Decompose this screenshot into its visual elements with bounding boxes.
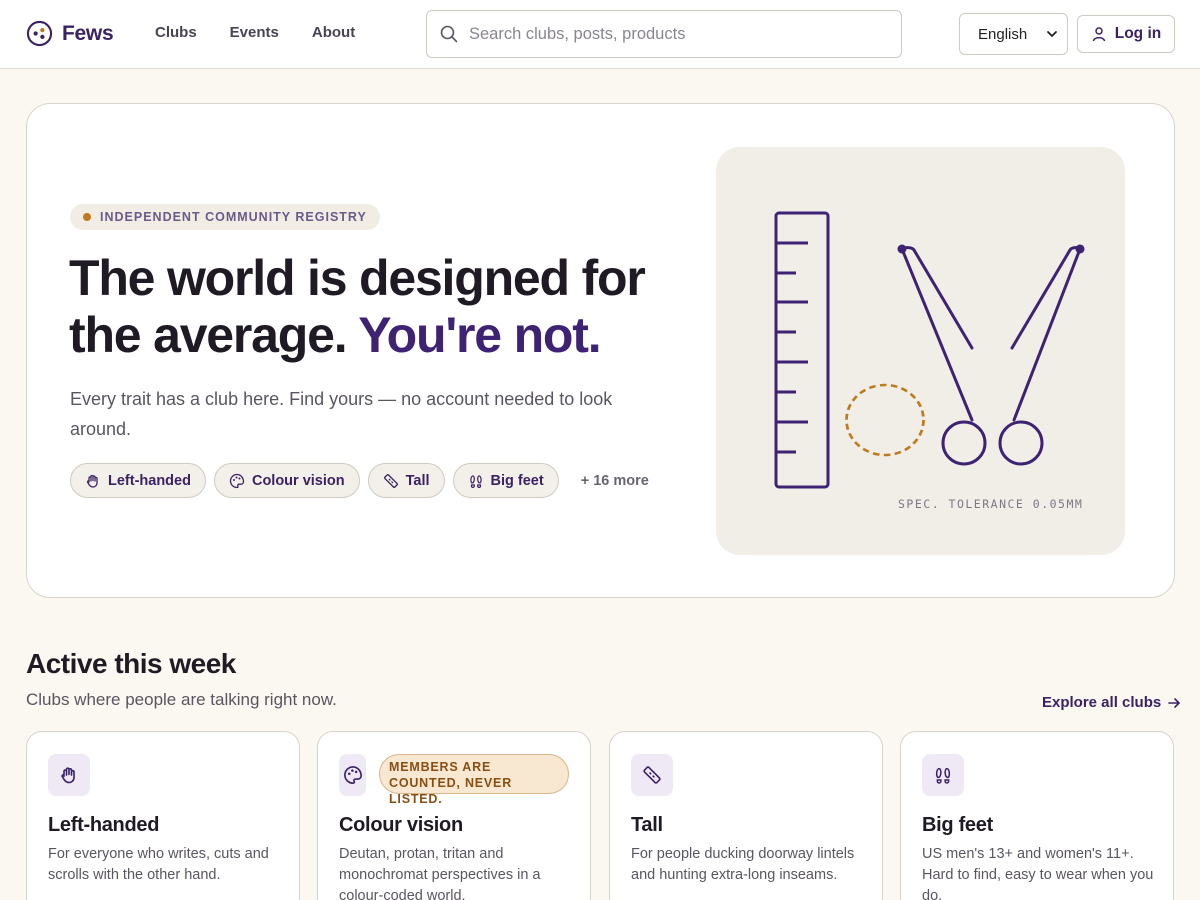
chip-label: Colour vision	[251, 472, 345, 489]
chip-label: Left-handed	[108, 472, 191, 489]
nav-about[interactable]: About	[312, 24, 355, 41]
hand-icon	[86, 474, 98, 488]
ruler-scissors-illustration	[774, 211, 1085, 489]
chevron-down-icon	[1047, 31, 1057, 37]
nav-events[interactable]: Events	[230, 24, 279, 41]
badge-dot	[83, 213, 91, 221]
card-title: Left-handed	[48, 814, 160, 836]
ruler-icon	[643, 766, 661, 784]
palette-icon	[343, 766, 362, 784]
headline-accent: You're not.	[358, 307, 601, 363]
chip-tall[interactable]: Tall	[367, 463, 445, 498]
search-icon	[440, 25, 458, 43]
app-name: Fews	[62, 21, 114, 45]
logo[interactable]: Fews	[26, 20, 114, 47]
hero-card: INDEPENDENT COMMUNITY REGISTRY The world…	[26, 103, 1175, 598]
card-icon	[48, 754, 90, 796]
card-description: US men's 13+ and women's 11+. Hard to fi…	[922, 846, 1154, 900]
footprints-icon	[469, 474, 482, 488]
explore-label: Explore all clubs	[1042, 694, 1162, 711]
palette-icon	[229, 473, 245, 488]
registry-badge: INDEPENDENT COMMUNITY REGISTRY	[70, 204, 380, 230]
search-input[interactable]	[469, 24, 889, 44]
hero-lede: Every trait has a club here. Find yours …	[70, 389, 613, 439]
card-title: Big feet	[922, 814, 993, 836]
club-card-left-handed[interactable]: Left-handed For everyone who writes, cut…	[26, 731, 300, 900]
chip-left-handed[interactable]: Left-handed	[70, 463, 206, 498]
explore-all-link[interactable]: Explore all clubs	[1042, 694, 1181, 711]
language-selected: English	[978, 25, 1028, 43]
trait-chips: Left-handed Colour vision Tall Big feet …	[70, 463, 649, 498]
card-icon	[339, 754, 366, 796]
eyebrow-text: INDEPENDENT COMMUNITY REGISTRY	[100, 210, 367, 224]
top-header: Fews Clubs Events About English Log in	[0, 0, 1200, 69]
nav-clubs[interactable]: Clubs	[155, 24, 197, 41]
privacy-badge: MEMBERS ARE COUNTED, NEVER LISTED.	[379, 754, 569, 806]
hand-icon	[61, 767, 75, 784]
ruler-icon	[383, 473, 398, 488]
chip-label: Big feet	[490, 472, 544, 489]
arrow-right-icon	[1168, 697, 1181, 708]
chip-label: Tall	[405, 472, 430, 489]
card-description: For everyone who writes, cuts and scroll…	[48, 846, 269, 883]
hero-illustration: SPEC. TOLERANCE 0.05MM	[716, 147, 1125, 555]
main-nav: Clubs Events About	[155, 24, 355, 41]
card-icon	[631, 754, 673, 796]
section-subtitle: Clubs where people are talking right now…	[26, 690, 337, 709]
search-box[interactable]	[426, 10, 902, 58]
login-button[interactable]: Log in	[1077, 15, 1175, 53]
club-card-tall[interactable]: Tall For people ducking doorway lintels …	[609, 731, 883, 900]
footprints-icon	[935, 767, 951, 784]
user-icon	[1092, 27, 1105, 42]
login-label: Log in	[1114, 25, 1162, 42]
more-traits-link[interactable]: + 16 more	[581, 473, 649, 489]
club-card-colour-vision[interactable]: MEMBERS ARE COUNTED, NEVER LISTED. Colou…	[317, 731, 591, 900]
card-title: Tall	[631, 814, 663, 836]
language-select[interactable]: English	[959, 13, 1068, 55]
chip-big-feet[interactable]: Big feet	[452, 463, 559, 498]
card-description: Deutan, protan, tritan and monochromat p…	[339, 846, 541, 900]
card-icon	[922, 754, 964, 796]
hero-headline: The world is designed for the average. Y…	[69, 250, 689, 364]
club-card-big-feet[interactable]: Big feet US men's 13+ and women's 11+. H…	[900, 731, 1174, 900]
logo-icon	[26, 20, 53, 47]
illustration-caption: SPEC. TOLERANCE 0.05MM	[898, 497, 1084, 511]
section-title: Active this week	[26, 648, 236, 679]
card-title: Colour vision	[339, 814, 463, 836]
chip-colour-vision[interactable]: Colour vision	[213, 463, 360, 498]
card-description: For people ducking doorway lintels and h…	[631, 846, 855, 883]
